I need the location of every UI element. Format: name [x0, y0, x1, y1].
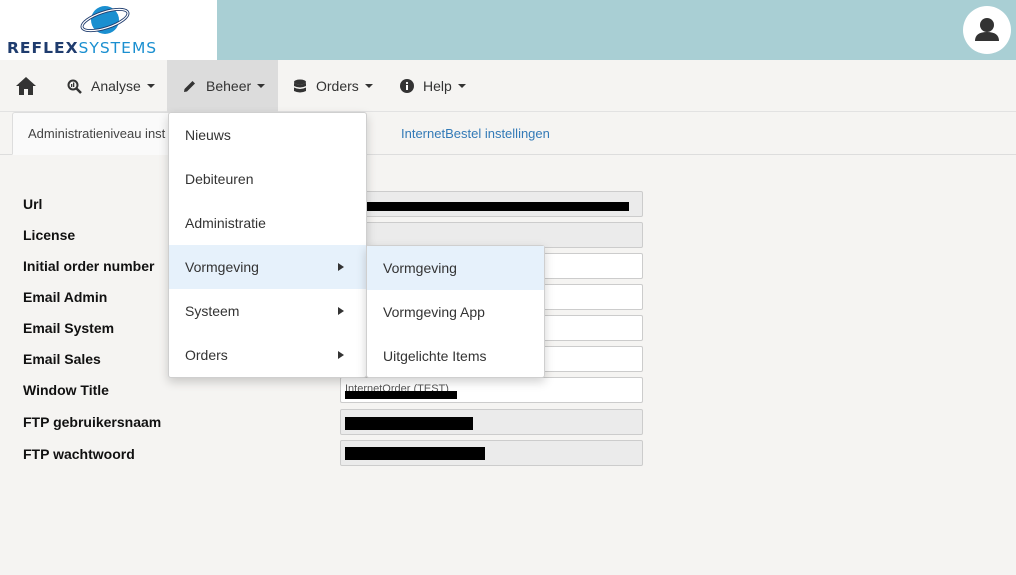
brand-logo[interactable]: REFLEXSYSTEMS	[0, 0, 217, 60]
menu-item-label: Orders	[185, 347, 228, 363]
nav-orders-label: Orders	[316, 78, 359, 94]
nav-home[interactable]	[0, 60, 52, 112]
redacted-block	[345, 447, 485, 460]
nav-analyse-label: Analyse	[91, 78, 141, 94]
redacted-block	[359, 202, 629, 211]
pencil-icon	[182, 79, 197, 94]
menu-item-label: Debiteuren	[185, 171, 254, 187]
user-icon	[975, 18, 999, 41]
settings-tabs: Administratieniveau inst InternetBestel …	[0, 112, 1016, 155]
chevron-down-icon	[146, 84, 155, 88]
ftp-user-field[interactable]	[340, 409, 643, 435]
submenu-item-vormgeving-app[interactable]: Vormgeving App	[367, 290, 544, 334]
label-license: License	[23, 227, 76, 243]
label-url: Url	[23, 196, 43, 212]
redacted-block	[345, 417, 473, 430]
label-window-title: Window Title	[23, 382, 109, 398]
chevron-right-icon	[338, 307, 344, 315]
database-icon	[293, 79, 307, 94]
chevron-right-icon	[338, 263, 344, 271]
menu-item-vormgeving[interactable]: Vormgeving	[169, 245, 366, 289]
url-field[interactable]	[340, 191, 643, 217]
nav-orders[interactable]: Orders	[278, 60, 384, 112]
chevron-right-icon	[338, 351, 344, 359]
menu-item-systeem[interactable]: Systeem	[169, 289, 366, 333]
nav-help-label: Help	[423, 78, 452, 94]
nav-beheer-label: Beheer	[206, 78, 252, 94]
globe-logo-icon	[80, 6, 130, 34]
ftp-password-field[interactable]	[340, 440, 643, 466]
chevron-down-icon	[364, 84, 373, 88]
nav-analyse[interactable]: Analyse	[52, 60, 167, 112]
menu-item-label: Vormgeving App	[383, 304, 485, 320]
window-title-field[interactable]: InternetOrder (TEST)	[340, 377, 643, 403]
search-chart-icon	[67, 79, 82, 94]
nav-help[interactable]: Help	[384, 60, 480, 112]
menu-item-label: Vormgeving	[185, 259, 259, 275]
menu-item-label: Nieuws	[185, 127, 231, 143]
redacted-block	[345, 391, 457, 399]
vormgeving-submenu: Vormgeving Vormgeving App Uitgelichte It…	[366, 245, 545, 378]
label-initial-order-number: Initial order number	[23, 258, 155, 274]
tab-internetbestel[interactable]: InternetBestel instellingen	[386, 112, 565, 155]
label-ftp-password: FTP wachtwoord	[23, 446, 135, 462]
chevron-down-icon	[257, 84, 266, 88]
label-email-system: Email System	[23, 320, 115, 336]
menu-item-label: Uitgelichte Items	[383, 348, 487, 364]
menu-item-administratie[interactable]: Administratie	[169, 201, 366, 245]
submenu-item-uitgelichte-items[interactable]: Uitgelichte Items	[367, 334, 544, 378]
menu-item-label: Administratie	[185, 215, 266, 231]
label-email-sales: Email Sales	[23, 351, 101, 367]
label-email-admin: Email Admin	[23, 289, 108, 305]
menu-item-label: Vormgeving	[383, 260, 457, 276]
top-header: REFLEXSYSTEMS	[0, 0, 1016, 60]
user-avatar[interactable]	[963, 6, 1011, 54]
home-icon	[16, 77, 36, 95]
menu-item-orders[interactable]: Orders	[169, 333, 366, 377]
main-navbar: Analyse Beheer Orders Help	[0, 60, 1016, 112]
brand-wordmark: REFLEXSYSTEMS	[7, 39, 158, 57]
info-icon	[400, 79, 414, 93]
tab-administratieniveau[interactable]: Administratieniveau inst	[12, 112, 172, 155]
submenu-item-vormgeving[interactable]: Vormgeving	[367, 246, 544, 290]
chevron-down-icon	[457, 84, 466, 88]
menu-item-label: Systeem	[185, 303, 240, 319]
beheer-dropdown-menu: Nieuws Debiteuren Administratie Vormgevi…	[168, 112, 367, 378]
nav-beheer[interactable]: Beheer	[167, 60, 278, 112]
menu-item-debiteuren[interactable]: Debiteuren	[169, 157, 366, 201]
menu-item-nieuws[interactable]: Nieuws	[169, 113, 366, 157]
label-ftp-user: FTP gebruikersnaam	[23, 414, 162, 430]
